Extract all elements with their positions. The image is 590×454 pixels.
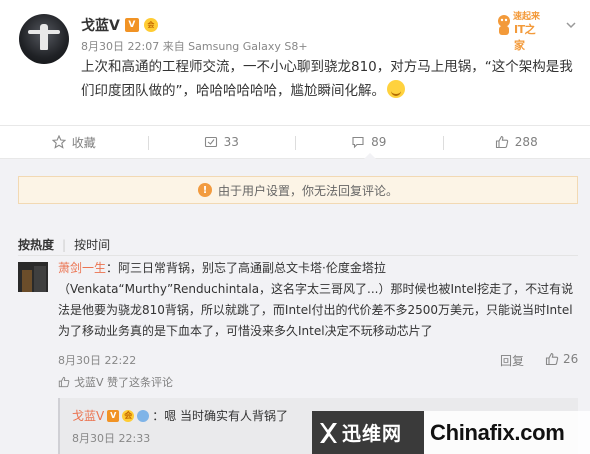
like-button[interactable]: 288 bbox=[442, 126, 590, 158]
mascot-icon bbox=[498, 15, 510, 35]
statue-arms bbox=[28, 30, 60, 34]
statue-figure bbox=[40, 24, 48, 50]
watermark-right-text: Chinafix.com bbox=[430, 419, 565, 445]
favorite-label: 收藏 bbox=[71, 135, 96, 150]
watermark-right: Chinafix.com bbox=[424, 411, 590, 454]
commenter-avatar[interactable] bbox=[18, 262, 48, 292]
sort-by-hot-tab[interactable]: 按热度 bbox=[18, 236, 54, 253]
thumbs-up-icon bbox=[58, 376, 70, 388]
reply-disabled-notice: ! 由于用户设置，你无法回复评论。 bbox=[18, 176, 578, 204]
repost-icon bbox=[204, 136, 217, 148]
favorite-button[interactable]: 收藏 bbox=[0, 126, 148, 158]
avatar-shape bbox=[34, 266, 46, 292]
post-action-bar: 收藏 33 89 288 bbox=[0, 125, 590, 159]
divider bbox=[18, 255, 578, 256]
vip-badge-icon[interactable]: 会 bbox=[143, 18, 158, 32]
author-liked-indicator: 戈蓝V 赞了这条评论 bbox=[58, 374, 173, 390]
sub-reply-body: ：嗯 当时确实有人背锅了 bbox=[152, 409, 289, 423]
sort-separator: | bbox=[62, 237, 67, 252]
sub-reply-line: 戈蓝V V 会 ：嗯 当时确实有人背锅了 bbox=[72, 407, 288, 424]
warning-icon: ! bbox=[197, 183, 212, 197]
comment-count: 89 bbox=[371, 135, 387, 149]
like-count: 288 bbox=[514, 135, 538, 149]
star-icon bbox=[51, 135, 66, 149]
post-text: 上次和高通的工程师交流，一不小心聊到骁龙810，对方马上甩锅，“这个架构是我们印… bbox=[81, 55, 581, 103]
post-meta: 8月30日 22:07 来自 Samsung Galaxy S8+ bbox=[81, 40, 308, 53]
verified-badge-icon: V bbox=[107, 409, 120, 422]
comment-text: 萧剑一生：阿三日常背锅，别忘了高通副总文卡塔·伦度金塔拉（Venkata“Mur… bbox=[58, 258, 580, 342]
thumbs-up-icon bbox=[545, 352, 559, 366]
weibo-post: 戈蓝V V 会 8月30日 22:07 来自 Samsung Galaxy S8… bbox=[0, 0, 590, 125]
author-avatar[interactable] bbox=[19, 14, 69, 64]
watermark-logo-icon bbox=[320, 422, 337, 443]
commenter-name[interactable]: 萧剑一生 bbox=[58, 261, 106, 275]
watermark-left: 迅维网 bbox=[312, 411, 424, 454]
comment-timestamp: 8月30日 22:22 bbox=[58, 354, 137, 367]
author-name-row: 戈蓝V V 会 bbox=[81, 15, 158, 35]
sub-reply-author[interactable]: 戈蓝V bbox=[72, 407, 104, 424]
sort-by-time-tab[interactable]: 按时间 bbox=[74, 236, 110, 253]
author-name[interactable]: 戈蓝V bbox=[81, 15, 120, 35]
sub-reply-timestamp: 8月30日 22:33 bbox=[72, 432, 151, 445]
vip-badge-icon: 会 bbox=[122, 409, 135, 422]
medal-icon bbox=[137, 409, 150, 422]
avatar-shape bbox=[22, 270, 32, 292]
comment-button[interactable]: 89 bbox=[295, 126, 443, 159]
comment-sort-tabs: 按热度 | 按时间 bbox=[18, 236, 110, 253]
verified-badge-icon[interactable]: V bbox=[124, 18, 139, 32]
comment-like-button[interactable]: 26 bbox=[545, 352, 578, 366]
comment-icon bbox=[352, 136, 364, 149]
post-body: 上次和高通的工程师交流，一不小心聊到骁龙810，对方马上甩锅，“这个架构是我们印… bbox=[81, 59, 573, 99]
chevron-down-icon[interactable] bbox=[566, 20, 576, 30]
liked-by-text: 戈蓝V 赞了这条评论 bbox=[74, 376, 174, 389]
repost-count: 33 bbox=[223, 135, 239, 149]
watermark: 迅维网 Chinafix.com bbox=[312, 411, 590, 454]
comment-body: ：阿三日常背锅，别忘了高通副总文卡塔·伦度金塔拉（Venkata“Murthy”… bbox=[58, 261, 574, 338]
notice-text: 由于用户设置，你无法回复评论。 bbox=[217, 183, 398, 198]
comments-section: ! 由于用户设置，你无法回复评论。 按热度 | 按时间 萧剑一生：阿三日常背锅，… bbox=[0, 159, 590, 454]
watermark-left-text: 迅维网 bbox=[342, 423, 403, 445]
thumbs-up-icon bbox=[495, 135, 508, 149]
site-logo-bottom: IT之家 bbox=[514, 23, 536, 52]
comment-like-count: 26 bbox=[563, 352, 579, 366]
site-logo: 速起来 IT之家 bbox=[495, 8, 543, 52]
laugh-cry-emoji-icon bbox=[387, 80, 405, 98]
repost-button[interactable]: 33 bbox=[147, 126, 296, 158]
reply-button[interactable]: 回复 bbox=[500, 352, 524, 369]
